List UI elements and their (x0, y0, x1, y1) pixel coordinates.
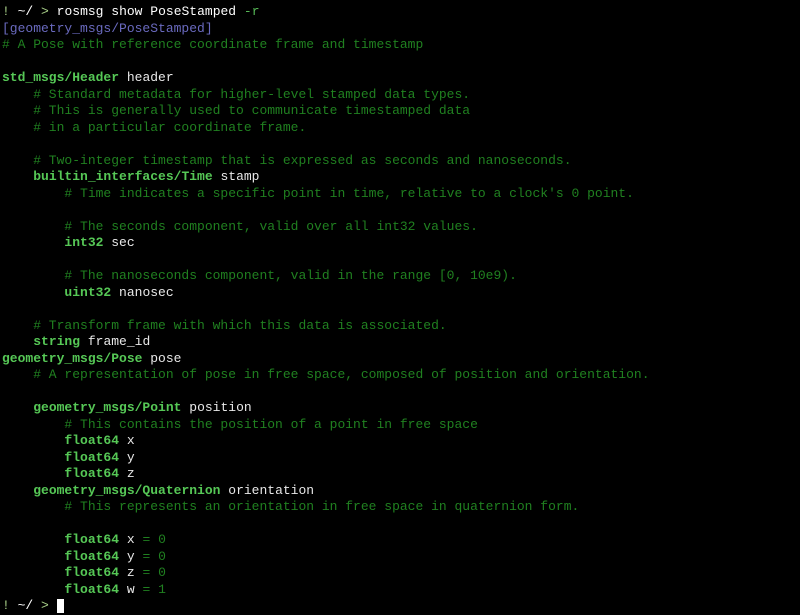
field-name: z (127, 565, 135, 580)
type-name: geometry_msgs/Quaternion (33, 483, 220, 498)
field-line: uint32 nanosec (2, 285, 798, 302)
field-name: y (127, 549, 135, 564)
default-value: 1 (158, 582, 166, 597)
comment-line: # The seconds component, valid over all … (2, 219, 798, 236)
comment-line: # Standard metadata for higher-level sta… (2, 87, 798, 104)
type-name: builtin_interfaces/Time (33, 169, 212, 184)
field-line: float64 z = 0 (2, 565, 798, 582)
blank-line (2, 54, 798, 71)
field-name: w (127, 582, 135, 597)
field-line: geometry_msgs/Quaternion orientation (2, 483, 798, 500)
field-name: x (127, 532, 135, 547)
msg-header: [geometry_msgs/PoseStamped] (2, 21, 798, 38)
blank-line (2, 202, 798, 219)
field-line: float64 y = 0 (2, 549, 798, 566)
type-name: float64 (64, 582, 119, 597)
type-name: int32 (64, 235, 103, 250)
type-name: float64 (64, 532, 119, 547)
comment-line: # A representation of pose in free space… (2, 367, 798, 384)
type-name: geometry_msgs/Pose (2, 351, 142, 366)
prompt-chevron: > (41, 598, 49, 613)
type-name: string (33, 334, 80, 349)
blank-line (2, 384, 798, 401)
comment-line: # This represents an orientation in free… (2, 499, 798, 516)
command-text: rosmsg show PoseStamped (57, 4, 244, 19)
default-value: 0 (158, 565, 166, 580)
command-flag: -r (244, 4, 260, 19)
comment-line: # Two-integer timestamp that is expresse… (2, 153, 798, 170)
comment-line: # The nanoseconds component, valid in th… (2, 268, 798, 285)
field-name: orientation (228, 483, 314, 498)
type-name: float64 (64, 433, 119, 448)
field-name: frame_id (88, 334, 150, 349)
type-name: uint32 (64, 285, 111, 300)
field-line: geometry_msgs/Pose pose (2, 351, 798, 368)
field-name: z (127, 466, 135, 481)
field-name: x (127, 433, 135, 448)
comment-line: # in a particular coordinate frame. (2, 120, 798, 137)
type-name: std_msgs/Header (2, 70, 119, 85)
field-line: string frame_id (2, 334, 798, 351)
comment-line: # This contains the position of a point … (2, 417, 798, 434)
field-name: nanosec (119, 285, 174, 300)
default-value: 0 (158, 532, 166, 547)
type-name: float64 (64, 549, 119, 564)
prompt-line[interactable]: ! ~/ > (2, 598, 798, 615)
prompt-chevron: > (41, 4, 49, 19)
comment-line: # Time indicates a specific point in tim… (2, 186, 798, 203)
prompt-cwd: ~/ (18, 598, 34, 613)
field-name: pose (150, 351, 181, 366)
blank-line (2, 252, 798, 269)
comment-line: # This is generally used to communicate … (2, 103, 798, 120)
field-name: stamp (220, 169, 259, 184)
field-name: y (127, 450, 135, 465)
field-line: float64 x = 0 (2, 532, 798, 549)
type-name: float64 (64, 450, 119, 465)
prompt-bang: ! (2, 598, 10, 613)
prompt-bang: ! (2, 4, 10, 19)
field-line: int32 sec (2, 235, 798, 252)
terminal-output: ! ~/ > rosmsg show PoseStamped -r [geome… (2, 4, 798, 615)
blank-line (2, 136, 798, 153)
field-name: position (189, 400, 251, 415)
field-line: float64 w = 1 (2, 582, 798, 599)
field-line: builtin_interfaces/Time stamp (2, 169, 798, 186)
comment-line: # Transform frame with which this data i… (2, 318, 798, 335)
type-name: float64 (64, 565, 119, 580)
type-name: float64 (64, 466, 119, 481)
field-line: float64 y (2, 450, 798, 467)
field-name: header (127, 70, 174, 85)
blank-line (2, 301, 798, 318)
prompt-cwd: ~/ (18, 4, 34, 19)
cursor-icon (57, 599, 64, 613)
blank-line (2, 516, 798, 533)
type-name: geometry_msgs/Point (33, 400, 181, 415)
field-line: geometry_msgs/Point position (2, 400, 798, 417)
field-line: float64 x (2, 433, 798, 450)
prompt-line[interactable]: ! ~/ > rosmsg show PoseStamped -r (2, 4, 798, 21)
field-line: std_msgs/Header header (2, 70, 798, 87)
field-name: sec (111, 235, 134, 250)
comment-line: # A Pose with reference coordinate frame… (2, 37, 798, 54)
default-value: 0 (158, 549, 166, 564)
field-line: float64 z (2, 466, 798, 483)
